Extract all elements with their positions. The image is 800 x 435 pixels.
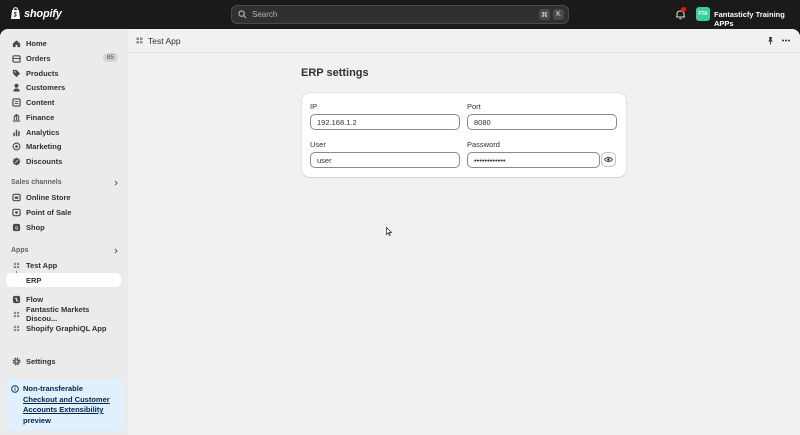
sidebar-item-analytics[interactable]: Analytics <box>6 125 121 139</box>
sidebar-item-products[interactable]: Products <box>6 66 121 80</box>
home-icon <box>12 39 21 47</box>
pin-icon[interactable] <box>766 36 775 45</box>
chevron-right-icon[interactable] <box>113 180 119 186</box>
sidebar-item-label: Marketing <box>26 141 62 151</box>
gear-icon <box>12 357 21 365</box>
sidebar-item-customers[interactable]: Customers <box>6 80 121 94</box>
discount-icon <box>12 156 21 166</box>
password-label: Password <box>467 140 500 149</box>
sidebar-item-label: Test App <box>26 260 58 270</box>
apps-heading[interactable]: Apps <box>11 247 29 254</box>
ip-field[interactable] <box>310 114 460 130</box>
erp-settings-card: IP Port User Password <box>302 93 626 177</box>
shopify-bag-icon <box>11 7 20 19</box>
sidebar-item-label: Analytics <box>26 127 60 137</box>
content-icon <box>12 97 21 107</box>
shortcut-key-k: K <box>553 9 564 20</box>
sidebar-item-fantastic-markets[interactable]: Fantastic Markets Discou... <box>6 305 121 323</box>
search-icon <box>238 10 247 19</box>
search-bar[interactable]: Search ⌘ K <box>231 5 569 24</box>
user-field[interactable] <box>310 152 460 168</box>
sidebar-item-label: Shopify GraphiQL App <box>26 323 107 333</box>
checkout-extensibility-link[interactable]: Checkout and Customer Accounts Extensibi… <box>23 395 118 416</box>
toggle-password-button[interactable] <box>601 152 616 167</box>
sidebar-item-label: Discounts <box>26 156 63 166</box>
info-icon <box>11 385 19 393</box>
admin-frame: Home Orders 85 Products Customers Conten… <box>0 29 800 435</box>
store-name[interactable]: Fantasticfy Training APPs <box>714 10 800 28</box>
sidebar-item-home[interactable]: Home <box>6 36 121 50</box>
app-grid-icon <box>13 311 20 317</box>
top-bar: shopify Search ⌘ K FTA Fantasticfy Train… <box>0 0 800 29</box>
orders-icon <box>12 54 21 63</box>
sidebar-item-shop[interactable]: S Shop <box>6 220 121 234</box>
sidebar: Home Orders 85 Products Customers Conten… <box>0 29 128 435</box>
sidebar-item-label: Settings <box>26 356 56 366</box>
sidebar-item-label: ERP <box>26 275 42 285</box>
app-grid-icon <box>13 325 20 331</box>
sidebar-item-orders[interactable]: Orders 85 <box>6 51 121 65</box>
store-avatar[interactable]: FTA <box>696 7 710 21</box>
sidebar-item-erp[interactable]: ERP <box>6 273 121 287</box>
sidebar-item-online-store[interactable]: Online Store <box>6 190 121 204</box>
sidebar-item-flow[interactable]: Flow <box>6 292 121 306</box>
target-icon <box>12 142 21 150</box>
sidebar-item-test-app[interactable]: Test App <box>6 258 121 272</box>
main-content: Test App ERP settings IP Port User Passw… <box>128 29 800 435</box>
preview-banner: Non-transferable Checkout and Customer A… <box>6 379 123 431</box>
app-title: Test App <box>148 36 181 46</box>
pos-icon <box>12 208 21 216</box>
app-grid-icon <box>136 37 143 44</box>
notification-dot <box>681 7 686 12</box>
sidebar-item-label: Orders <box>26 53 51 63</box>
sidebar-item-label: Finance <box>26 112 55 122</box>
port-label: Port <box>467 102 481 111</box>
sidebar-item-label: Point of Sale <box>26 207 72 217</box>
sidebar-item-label: Products <box>26 68 59 78</box>
sidebar-item-graphiql-app[interactable]: Shopify GraphiQL App <box>6 321 121 335</box>
banner-suffix: preview <box>23 415 51 425</box>
sidebar-item-label: Flow <box>26 294 44 304</box>
sidebar-item-label: Customers <box>26 82 66 92</box>
bank-icon <box>12 113 21 122</box>
mouse-cursor-icon <box>386 227 392 236</box>
sidebar-item-label: Content <box>26 97 55 107</box>
chevron-right-icon[interactable] <box>113 248 119 254</box>
sidebar-item-marketing[interactable]: Marketing <box>6 139 121 153</box>
brand-name: shopify <box>24 7 62 20</box>
more-options-icon[interactable] <box>781 36 791 45</box>
sidebar-item-finance[interactable]: Finance <box>6 110 121 124</box>
eye-icon <box>604 156 613 163</box>
sales-channels-heading[interactable]: Sales channels <box>11 179 62 186</box>
flow-icon <box>12 295 21 303</box>
page-title: ERP settings <box>301 67 369 79</box>
sidebar-item-label: Shop <box>26 222 45 232</box>
sidebar-item-point-of-sale[interactable]: Point of Sale <box>6 205 121 219</box>
port-field[interactable] <box>467 114 617 130</box>
sidebar-item-label: Online Store <box>26 192 71 202</box>
app-title-bar: Test App <box>128 29 800 53</box>
shortcut-key-cmd: ⌘ <box>539 9 550 20</box>
person-icon <box>13 83 20 92</box>
store-icon <box>12 193 21 201</box>
sidebar-item-label: Home <box>26 38 47 48</box>
password-field[interactable] <box>467 152 600 168</box>
user-label: User <box>310 140 326 149</box>
sidebar-item-settings[interactable]: Settings <box>6 354 121 368</box>
app-grid-icon <box>13 262 20 268</box>
ip-label: IP <box>310 102 318 111</box>
shopify-logo[interactable]: shopify <box>10 7 62 20</box>
orders-count-badge: 85 <box>102 53 118 62</box>
shop-icon: S <box>12 223 21 231</box>
search-placeholder: Search <box>252 10 278 19</box>
sidebar-item-content[interactable]: Content <box>6 95 121 109</box>
chart-icon <box>13 129 20 136</box>
sidebar-item-discounts[interactable]: Discounts <box>6 154 121 168</box>
banner-title: Non-transferable <box>23 384 84 393</box>
tag-icon <box>12 69 21 77</box>
